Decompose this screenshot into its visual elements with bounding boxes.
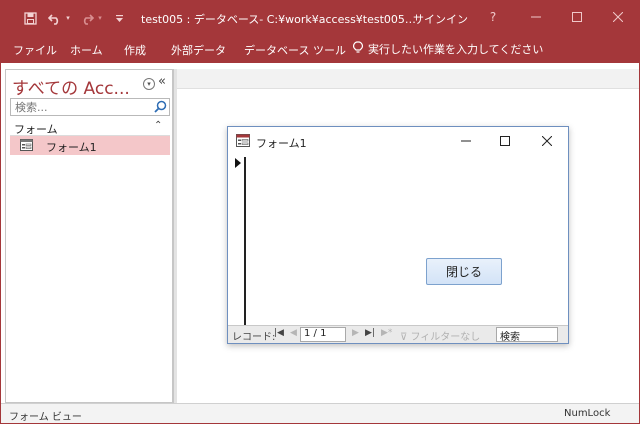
undo-icon[interactable]	[47, 10, 63, 26]
redo-dropdown-icon[interactable]: ▾	[96, 10, 104, 26]
help-icon[interactable]: ?	[481, 7, 505, 27]
form-title: フォーム1	[256, 137, 307, 150]
nav-item-form1[interactable]: フォーム1	[10, 136, 170, 155]
nav-search-input[interactable]	[10, 98, 170, 116]
form-minimize-icon[interactable]	[457, 133, 475, 149]
status-bar: フォーム ビュー NumLock	[1, 403, 639, 423]
tab-create[interactable]: 作成	[124, 42, 146, 58]
nav-group-label: フォーム	[14, 123, 58, 136]
filter-status[interactable]: ⊽ フィルターなし	[400, 328, 480, 343]
tab-external-data[interactable]: 外部データ	[171, 42, 226, 58]
lightbulb-icon	[353, 41, 363, 57]
record-navigation-bar: レコード: |◀ ◀ 1 / 1 ▶ ▶| ▶* ⊽ フィルターなし 検索	[228, 325, 568, 343]
filter-icon: ⊽	[400, 332, 411, 343]
numlock-indicator: NumLock	[564, 408, 611, 419]
form-window: フォーム1 閉じる レコード: |◀ ◀ 1 / 1 ▶ ▶| ▶* ⊽ フィル…	[227, 126, 569, 344]
tell-me-box[interactable]: 実行したい作業を入力してください	[353, 41, 543, 57]
form-maximize-icon[interactable]	[496, 133, 514, 149]
record-search-input[interactable]: 検索	[496, 327, 558, 343]
maximize-icon[interactable]	[565, 7, 589, 27]
record-selector[interactable]	[234, 157, 246, 325]
tab-home[interactable]: ホーム	[70, 42, 103, 58]
save-icon[interactable]	[23, 10, 37, 26]
new-record-icon[interactable]: ▶*	[381, 328, 392, 338]
workspace-header-strip	[177, 69, 639, 89]
filter-text: フィルターなし	[410, 332, 481, 343]
signin-link[interactable]: サインイン	[413, 11, 468, 27]
current-record-arrow-icon	[235, 158, 241, 168]
redo-icon[interactable]	[79, 10, 95, 26]
nav-item-label: フォーム1	[46, 141, 97, 154]
ribbon-tabs: ファイル ホーム 作成 外部データ データベース ツール 実行したい作業を入力し…	[1, 35, 639, 63]
view-status: フォーム ビュー	[9, 412, 82, 423]
search-icon[interactable]	[154, 100, 168, 114]
form-icon	[20, 139, 33, 151]
navigation-pane: すべての Acc... ▾ « フォーム ⌃ フォーム1	[5, 69, 173, 403]
title-bar: ▾ ▾ test005 : データベース- C:¥work¥access¥tes…	[1, 1, 639, 35]
window-title: test005 : データベース- C:¥work¥access¥test005…	[141, 13, 416, 26]
minimize-icon[interactable]	[524, 7, 548, 27]
current-record-input[interactable]: 1 / 1	[300, 327, 346, 342]
nav-pane-title[interactable]: すべての Acc...	[12, 74, 130, 99]
record-label: レコード:	[232, 332, 276, 343]
tell-me-text: 実行したい作業を入力してください	[368, 43, 544, 56]
close-form-button[interactable]: 閉じる	[426, 258, 502, 285]
access-window: ▾ ▾ test005 : データベース- C:¥work¥access¥tes…	[0, 0, 640, 424]
tab-file[interactable]: ファイル	[13, 42, 57, 58]
nav-menu-dropdown-icon[interactable]: ▾	[143, 78, 155, 90]
nav-collapse-icon[interactable]: «	[158, 74, 166, 89]
form-title-bar[interactable]: フォーム1	[228, 127, 568, 155]
customize-qat-icon[interactable]	[113, 10, 125, 26]
chevron-up-icon[interactable]: ⌃	[154, 120, 162, 131]
close-icon[interactable]	[606, 7, 630, 27]
next-record-icon[interactable]: ▶	[352, 328, 359, 338]
tab-database-tools[interactable]: データベース ツール	[244, 42, 346, 58]
undo-dropdown-icon[interactable]: ▾	[64, 10, 72, 26]
form-close-icon[interactable]	[538, 133, 556, 149]
previous-record-icon[interactable]: ◀	[290, 328, 297, 338]
form-icon	[236, 134, 250, 147]
nav-group-forms[interactable]: フォーム ⌃	[10, 120, 170, 136]
last-record-icon[interactable]: ▶|	[365, 328, 375, 338]
first-record-icon[interactable]: |◀	[274, 328, 284, 338]
